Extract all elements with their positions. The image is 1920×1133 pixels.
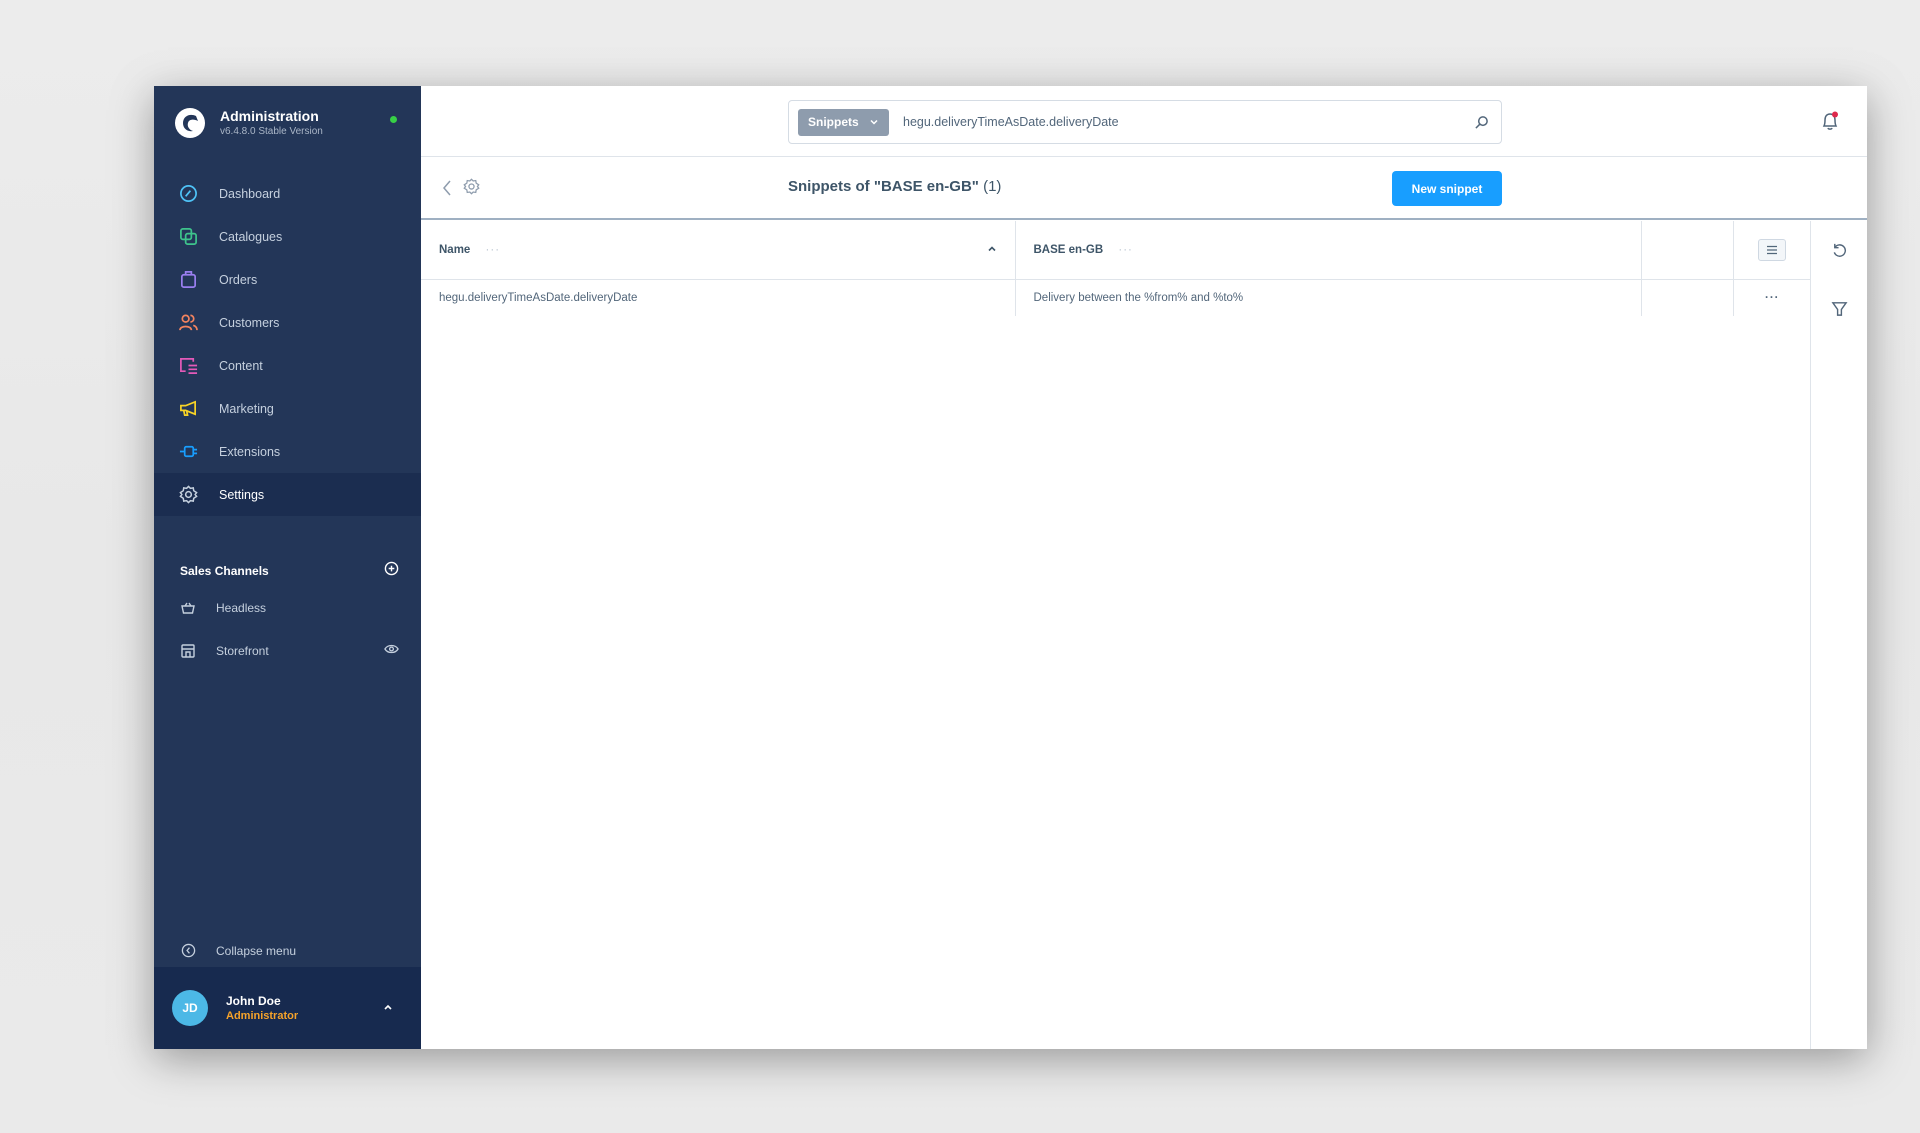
sidebar-item-orders[interactable]: Orders [154,258,421,301]
collapse-menu-label: Collapse menu [216,943,297,958]
sidebar-item-catalogues[interactable]: Catalogues [154,215,421,258]
collapse-menu-button[interactable]: Collapse menu [154,929,421,972]
sidebar-item-label: Orders [219,272,258,287]
page-title-text: Snippets of "BASE en-GB" [788,178,979,195]
storefront-view-button[interactable] [384,643,399,658]
settings-icon [179,485,198,504]
column-header-base-en-gb[interactable]: BASE en-GB ··· [1015,221,1642,280]
column-header-name[interactable]: Name ··· [421,221,1016,280]
page-title: Snippets of "BASE en-GB" (1) [788,178,1001,195]
sales-channels-header: Sales Channels [154,556,421,586]
page-settings-button[interactable] [463,178,480,200]
sales-channel-headless[interactable]: Headless [154,586,421,629]
sales-channel-storefront[interactable]: Storefront [154,629,421,672]
sidebar-item-marketing[interactable]: Marketing [154,387,421,430]
column-label: BASE en-GB [1033,243,1104,256]
bell-icon [1822,111,1838,130]
cell-name[interactable]: hegu.deliveryTimeAsDate.deliveryDate [421,279,1016,316]
sort-ascending-icon[interactable] [987,244,997,254]
main-area: Snippets Snippets of "BASE en-GB" [421,86,1867,1049]
main-nav: Dashboard Catalogues Orders Customers Co… [154,172,421,516]
column-menu-button[interactable]: ··· [1118,244,1133,256]
user-role: Administrator [226,1009,299,1022]
shopware-logo-icon[interactable] [174,107,206,139]
cell-empty [1641,279,1734,316]
sales-channels-title: Sales Channels [180,564,269,578]
refresh-button[interactable] [1811,236,1867,264]
filter-button[interactable] [1811,294,1867,322]
search-type-dropdown[interactable]: Snippets [798,108,889,136]
sidebar-item-extensions[interactable]: Extensions [154,430,421,473]
gear-icon [463,178,480,195]
storefront-icon [180,643,196,659]
marketing-icon [179,399,198,418]
notifications-button[interactable] [1819,110,1841,132]
new-snippet-button[interactable]: New snippet [1392,171,1502,206]
column-settings-cell [1733,221,1811,280]
app-title: Administration [220,108,319,124]
sidebar-item-dashboard[interactable]: Dashboard [154,172,421,215]
sidebar-item-label: Content [219,358,263,373]
app-version: v6.4.8.0 Stable Version [220,126,323,137]
user-menu[interactable]: JD John Doe Administrator [154,967,421,1049]
sidebar-item-label: Extensions [219,444,281,459]
sidebar-item-content[interactable]: Content [154,344,421,387]
column-settings-button[interactable] [1758,238,1787,261]
cell-base-value[interactable]: Delivery between the %from% and %to% [1015,279,1642,316]
dashboard-icon [179,184,198,203]
sidebar-header: Administration v6.4.8.0 Stable Version [154,86,421,160]
plus-circle-icon [384,561,399,576]
filter-icon [1831,301,1847,316]
search-input[interactable] [889,115,1461,129]
avatar: JD [172,990,208,1026]
refresh-icon [1833,243,1846,257]
chevron-left-icon [443,180,451,196]
row-actions-button[interactable]: ··· [1765,292,1780,304]
sidebar-actions [1811,221,1867,1049]
column-menu-button[interactable]: ··· [486,244,501,256]
sales-channel-label: Storefront [216,643,269,658]
extensions-icon [179,442,198,461]
eye-icon [384,644,399,654]
sidebar-item-label: Dashboard [219,186,281,201]
sidebar-item-label: Marketing [219,401,274,416]
content-icon [179,356,198,375]
add-sales-channel-button[interactable] [384,561,399,581]
table-header-row: Name ··· BASE en-GB ··· [421,221,1811,280]
back-button[interactable] [441,179,453,202]
column-header-empty [1641,221,1734,280]
chevron-down-icon [870,119,878,125]
list-icon [1767,245,1778,254]
page-header: Snippets of "BASE en-GB" (1) New snippet [421,157,1867,220]
search-type-label: Snippets [808,115,859,129]
sidebar-item-customers[interactable]: Customers [154,301,421,344]
cell-actions: ··· [1733,279,1811,316]
sidebar-item-label: Settings [219,487,265,502]
global-search: Snippets [788,100,1502,144]
orders-icon [179,270,198,289]
basket-icon [180,600,196,616]
sales-channel-label: Headless [216,600,267,615]
customers-icon [179,313,198,332]
sidebar-item-label: Customers [219,315,280,330]
catalogues-icon [179,227,198,246]
snippet-table: Name ··· BASE en-GB ··· hegu.deliveryTim… [421,221,1811,316]
chevron-left-circle-icon [181,943,196,958]
chevron-up-icon[interactable] [381,1000,395,1014]
snippet-count: (1) [983,178,1002,195]
search-button[interactable] [1461,115,1501,130]
user-name: John Doe [226,993,281,1008]
table-row[interactable]: hegu.deliveryTimeAsDate.deliveryDate Del… [421,279,1811,316]
search-icon [1474,115,1488,129]
top-bar: Snippets [421,86,1867,157]
column-label: Name [439,243,471,256]
sidebar-item-settings[interactable]: Settings [154,473,421,516]
sidebar-item-label: Catalogues [219,229,283,244]
sidebar: Administration v6.4.8.0 Stable Version D… [154,86,421,1049]
status-indicator [390,116,397,123]
app-window: Administration v6.4.8.0 Stable Version D… [154,86,1867,1049]
snippet-grid: Name ··· BASE en-GB ··· hegu.deliveryTim… [421,221,1811,1049]
